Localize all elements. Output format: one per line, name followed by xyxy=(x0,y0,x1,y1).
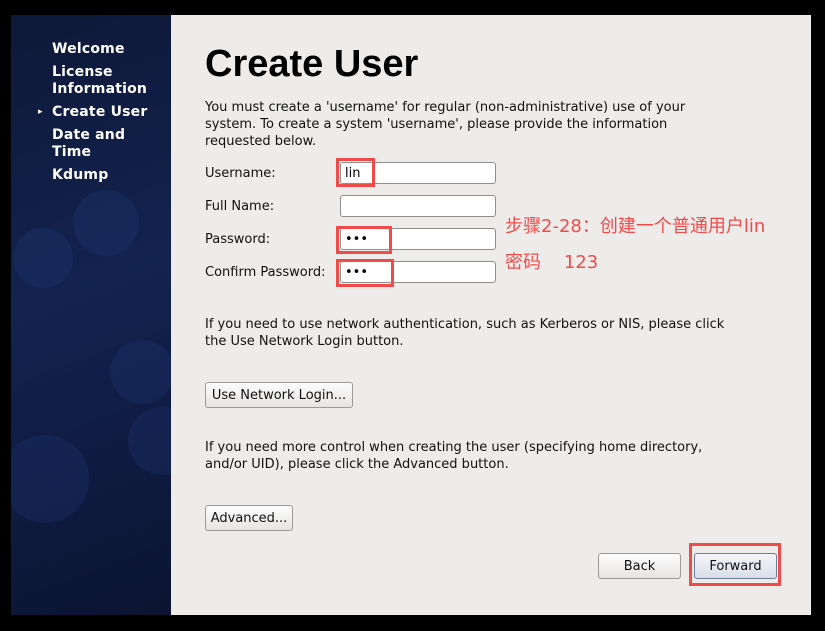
username-label: Username: xyxy=(205,166,276,181)
main-panel: Create User You must create a 'username'… xyxy=(171,15,811,615)
sidebar-nav: Welcome License Information ▸ Create User… xyxy=(11,41,171,190)
annotation-highlight-forward xyxy=(689,543,781,586)
page-title: Create User xyxy=(205,43,419,85)
fullname-input[interactable] xyxy=(340,195,496,217)
decorative-bubble xyxy=(73,190,139,256)
annotation-highlight-confirm xyxy=(336,259,394,287)
current-step-arrow-icon: ▸ xyxy=(38,107,43,117)
decorative-bubble xyxy=(13,228,73,288)
confirm-password-label: Confirm Password: xyxy=(205,265,326,280)
annotation-highlight-username xyxy=(336,158,375,187)
sidebar-item-kdump[interactable]: Kdump xyxy=(11,167,171,184)
annotation-highlight-password xyxy=(336,226,392,254)
advanced-button[interactable]: Advanced... xyxy=(205,505,293,531)
sidebar-item-date-and-time[interactable]: Date and Time xyxy=(11,127,127,161)
network-help-text: If you need to use network authenticatio… xyxy=(205,317,725,349)
decorative-bubble xyxy=(11,435,89,523)
use-network-login-button[interactable]: Use Network Login... xyxy=(205,382,353,408)
decorative-bubble xyxy=(110,340,171,404)
annotation-note-step: 步骤2-28：创建一个普通用户lin xyxy=(505,216,766,237)
fullname-label: Full Name: xyxy=(205,199,275,214)
sidebar: Welcome License Information ▸ Create User… xyxy=(11,15,171,615)
back-button[interactable]: Back xyxy=(598,553,681,579)
annotation-note-password: 密码 123 xyxy=(505,252,599,273)
decorative-bubble xyxy=(128,407,171,475)
advanced-help-text: If you need more control when creating t… xyxy=(205,440,703,472)
sidebar-item-welcome[interactable]: Welcome xyxy=(11,41,171,58)
sidebar-item-license-information[interactable]: License Information xyxy=(11,64,147,98)
intro-text: You must create a 'username' for regular… xyxy=(205,100,686,149)
sidebar-item-create-user[interactable]: ▸ Create User xyxy=(11,104,171,121)
password-label: Password: xyxy=(205,232,271,247)
